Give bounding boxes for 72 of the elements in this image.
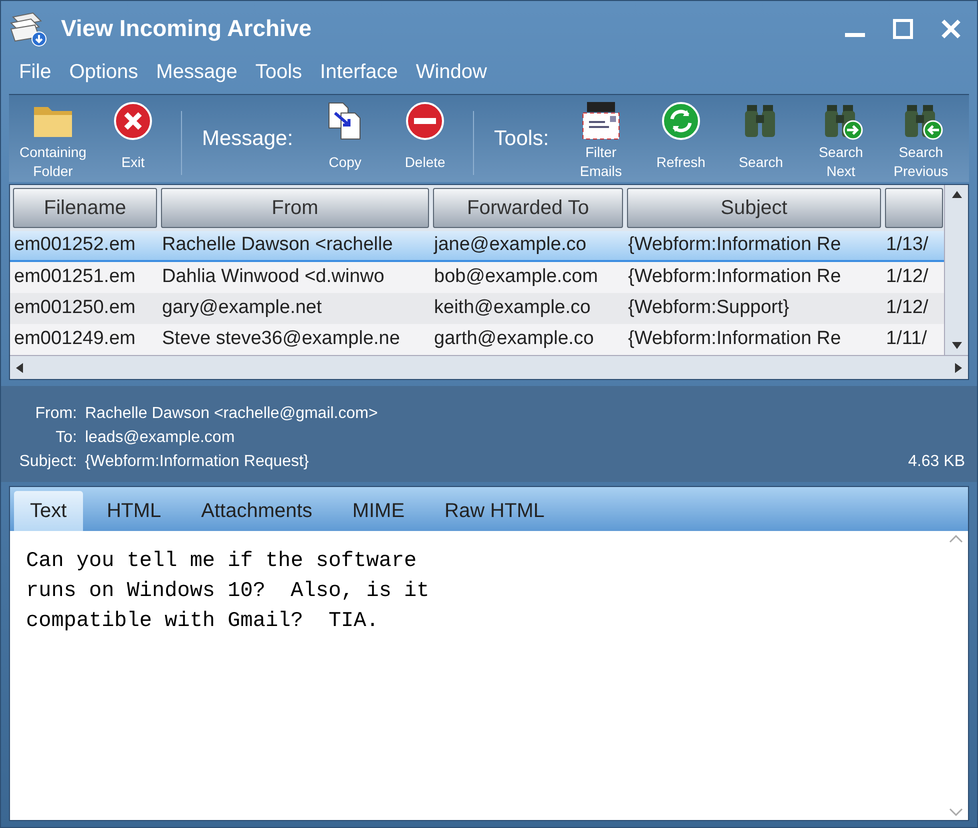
toolbar-button[interactable]: Search Previous <box>880 99 961 181</box>
table-cell-text: 1/13/ <box>885 233 930 258</box>
window-title: View Incoming Archive <box>61 14 312 44</box>
column-header[interactable]: Subject <box>627 188 881 228</box>
table-cell-text: Rachelle Dawson <rachelle <box>161 233 394 258</box>
tab[interactable]: HTML <box>90 491 178 531</box>
table-cell-text: 1/12/ <box>885 296 930 320</box>
toolbar-button[interactable]: Search Next <box>800 99 881 181</box>
field-label: To: <box>54 428 77 448</box>
field-value: leads@example.com <box>85 428 236 448</box>
refresh-icon <box>660 101 701 141</box>
toolbar-button[interactable]: Refresh <box>640 99 721 181</box>
table-cell-text: {Webform:Information Re <box>627 265 842 290</box>
tab[interactable]: MIME <box>336 491 421 531</box>
table-row[interactable]: em001250.em gary@example.net keith@example.co {Webform:Support} 1/12/ <box>10 293 944 324</box>
table-cell-text: bob@example.com <box>433 265 599 290</box>
table-cell-text: {Webform:Support} <box>627 296 790 320</box>
table-cell-text: Steve steve36@example.ne <box>161 327 401 352</box>
table-cell-text: Dahlia Winwood <d.winwo <box>161 265 386 290</box>
toolbar-button[interactable]: Exit <box>93 99 173 181</box>
field-value: Rachelle Dawson <rachelle@gmail.com> <box>85 404 379 424</box>
close-icon <box>940 18 962 40</box>
table-cell-text: 1/12/ <box>885 265 930 290</box>
table-cell-text: {Webform:Information Re <box>627 233 842 258</box>
field-label: From: <box>34 404 77 424</box>
table-row[interactable]: em001251.em Dahlia Winwood <d.winwo bob@example.com {Webform:Information Re 1/12/ <box>10 262 944 293</box>
table-cell-text: em001250.em <box>13 296 136 320</box>
table-cell-text: jane@example.co <box>432 233 588 258</box>
table-cell-text: gary@example.net <box>161 296 323 320</box>
table-row[interactable]: em001249.em Steve steve36@example.ne garth@example.co {Webform:Information Re 1/11/ <box>10 324 944 355</box>
table-cell-text: em001251.em <box>13 265 136 290</box>
table-cell-text: em001249.em <box>13 327 136 352</box>
field-value: {Webform:Information Request} <box>85 452 310 472</box>
column-header[interactable]: Forwarded To <box>433 188 623 228</box>
envelope-filter-icon <box>580 101 621 141</box>
column-header[interactable] <box>885 188 943 228</box>
toolbar-button[interactable]: Containing Folder <box>13 99 93 181</box>
message-body: Can you tell me if the software runs on Windows 10? Also, is it compatible with Gmail? TIA. <box>25 549 430 635</box>
close-circle-icon <box>113 101 153 141</box>
toolbar-label: Message: <box>201 126 294 152</box>
table-cell-text: em001252.em <box>13 233 136 258</box>
tab[interactable]: Attachments <box>185 491 328 531</box>
field-label: Subject: <box>18 452 77 472</box>
tab[interactable]: Raw HTML <box>428 491 561 531</box>
tab[interactable]: Text <box>14 491 83 531</box>
table-row[interactable]: em001252.em Rachelle Dawson <rachelle jane@example.co {Webform:Information Re 1/13/ <box>10 231 944 262</box>
menu-item[interactable]: Options <box>61 57 146 87</box>
menu-item[interactable]: Message <box>148 57 246 87</box>
column-header[interactable]: Filename <box>13 188 157 228</box>
menu-item[interactable]: File <box>11 57 60 87</box>
table-cell-text: garth@example.co <box>433 327 595 352</box>
menu-item[interactable]: Interface <box>312 57 406 87</box>
toolbar-button[interactable]: Delete <box>385 99 466 181</box>
mail-stack-icon <box>9 10 49 46</box>
menu-item[interactable]: Tools <box>247 57 310 87</box>
scroll-up-icon[interactable] <box>950 189 962 199</box>
vertical-scrollbar[interactable] <box>944 185 968 355</box>
scroll-right-icon[interactable] <box>954 362 964 374</box>
column-header[interactable]: From <box>161 188 429 228</box>
toolbar-button[interactable]: Copy <box>305 99 386 181</box>
table-cell-text: 1/11/ <box>885 327 928 352</box>
toolbar-button[interactable]: Search <box>720 99 801 181</box>
minus-circle-icon <box>405 101 446 141</box>
horizontal-scrollbar[interactable] <box>10 355 968 379</box>
message-size: 4.63 KB <box>908 452 965 472</box>
table-cell-text: {Webform:Information Re <box>627 327 842 352</box>
menu-item[interactable]: Window <box>408 57 495 87</box>
toolbar-label: Tools: <box>493 126 550 152</box>
scroll-left-icon[interactable] <box>14 362 24 374</box>
table-cell-text: keith@example.co <box>433 296 592 320</box>
scroll-down-icon[interactable] <box>950 341 962 351</box>
toolbar-button[interactable]: Filter Emails <box>560 99 641 181</box>
